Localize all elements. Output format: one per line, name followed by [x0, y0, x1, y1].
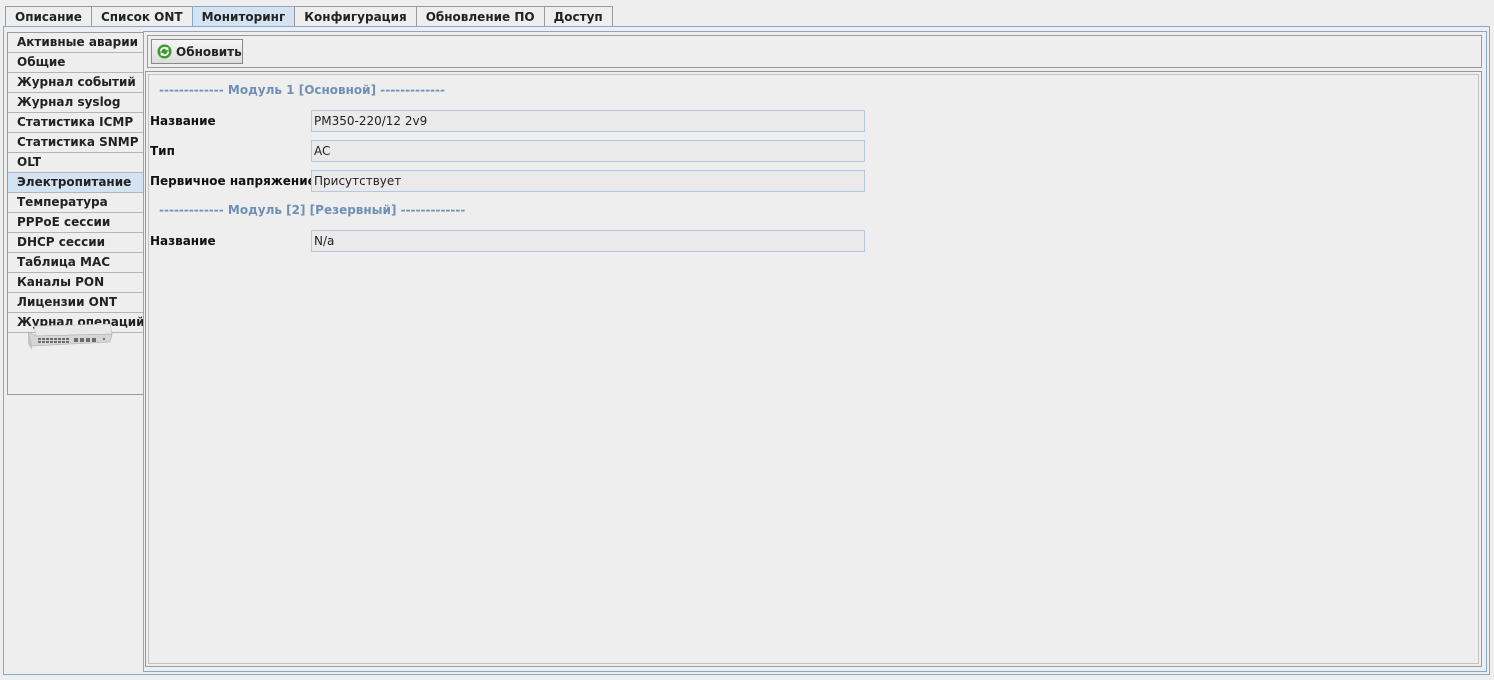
sidebar-item-temperature[interactable]: Температура — [8, 193, 143, 213]
tab-ont-list[interactable]: Список ONT — [90, 6, 193, 26]
refresh-icon — [157, 44, 172, 59]
sidebar-item-event-log[interactable]: Журнал событий — [8, 73, 143, 93]
sidebar-item-syslog[interactable]: Журнал syslog — [8, 93, 143, 113]
refresh-button[interactable]: Обновить — [151, 39, 243, 64]
sidebar-item-pppoe-sessions[interactable]: PPPoE сессии — [8, 213, 143, 233]
tab-access[interactable]: Доступ — [543, 6, 613, 26]
sidebar-item-mac-table[interactable]: Таблица MAC — [8, 253, 143, 273]
module2-name-label: Название — [150, 234, 216, 248]
tab-firmware-update[interactable]: Обновление ПО — [415, 6, 545, 26]
tab-configuration[interactable]: Конфигурация — [294, 6, 417, 26]
device-image — [27, 323, 113, 350]
sidebar-item-active-alarms[interactable]: Активные аварии — [8, 33, 143, 53]
sidebar-item-power[interactable]: Электропитание — [8, 173, 143, 193]
sidebar-item-general[interactable]: Общие — [8, 53, 143, 73]
module1-voltage-label: Первичное напряжение — [150, 174, 316, 188]
tab-description[interactable]: Описание — [5, 6, 92, 26]
sidebar-item-olt[interactable]: OLT — [8, 153, 143, 173]
sidebar-item-dhcp-sessions[interactable]: DHCP сессии — [8, 233, 143, 253]
tab-monitoring[interactable]: Мониторинг — [191, 6, 296, 27]
toolbar: Обновить — [147, 35, 1482, 68]
sidebar-item-ont-licenses[interactable]: Лицензии ONT — [8, 293, 143, 313]
module1-section-title: ------------- Модуль 1 [Основной] ------… — [159, 83, 445, 97]
sidebar-item-pon-channels[interactable]: Каналы PON — [8, 273, 143, 293]
sidebar-item-snmp-stats[interactable]: Статистика SNMP — [8, 133, 143, 153]
top-tab-bar: Описание Список ONT Мониторинг Конфигура… — [5, 6, 613, 27]
sidebar-item-icmp-stats[interactable]: Статистика ICMP — [8, 113, 143, 133]
module1-voltage-field: Присутствует — [311, 170, 865, 192]
module1-type-field: AC — [311, 140, 865, 162]
refresh-button-label: Обновить — [176, 44, 242, 59]
module2-name-field: N/a — [311, 230, 865, 252]
module2-section-title: ------------- Модуль [2] [Резервный] ---… — [159, 203, 466, 217]
module1-name-field: PM350-220/12 2v9 — [311, 110, 865, 132]
module1-name-label: Название — [150, 114, 216, 128]
module1-type-label: Тип — [150, 144, 175, 158]
